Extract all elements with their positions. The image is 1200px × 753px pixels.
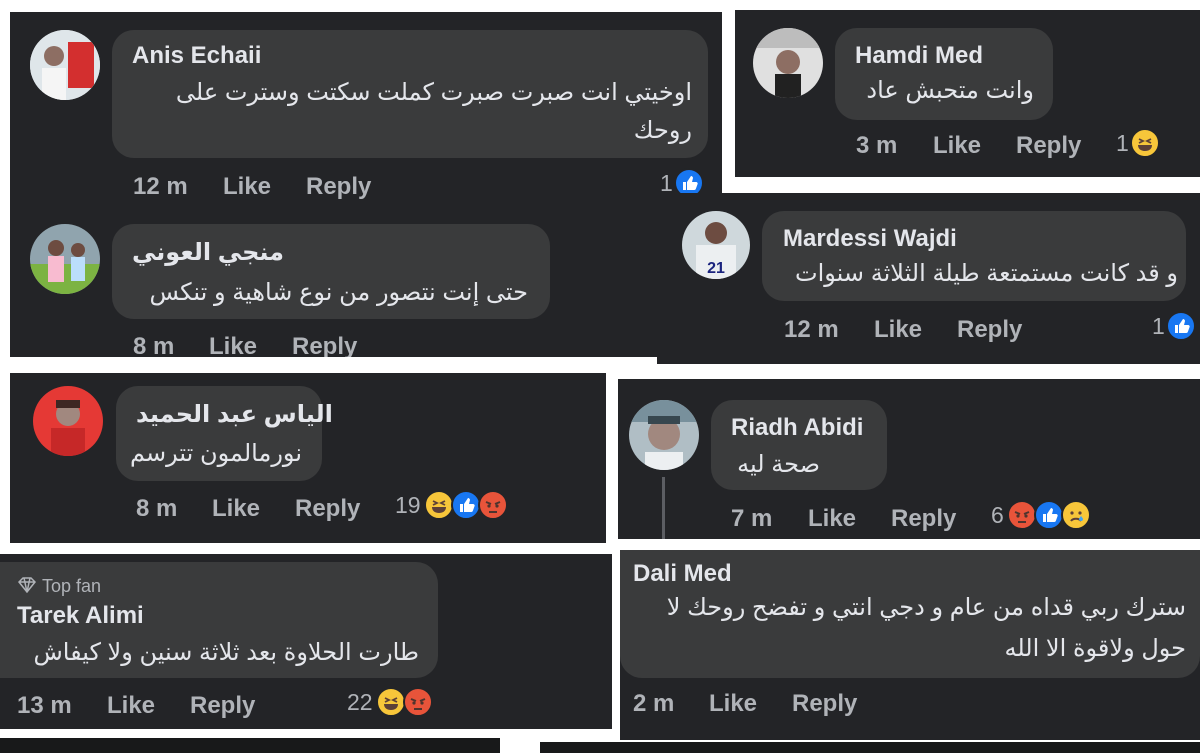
comment-time[interactable]: 2 m bbox=[633, 690, 674, 718]
like-button[interactable]: Like bbox=[933, 132, 981, 160]
comment-panel-2: Hamdi Med وانت متحبش عاد 3 m Like Reply … bbox=[735, 10, 1200, 177]
like-button[interactable]: Like bbox=[874, 316, 922, 344]
comment-panel-4: الياس عبد الحميد نورمالمون تترسم 8 m Lik… bbox=[10, 373, 606, 543]
comment-text: سترك ربي قداه من عام و دجي انتي و تفضح ر… bbox=[666, 594, 1186, 621]
reaction-summary[interactable]: 1 bbox=[1116, 128, 1160, 158]
avatar-image bbox=[753, 28, 823, 98]
reply-button[interactable]: Reply bbox=[292, 333, 357, 357]
angry-icon bbox=[477, 490, 508, 520]
comment-time[interactable]: 13 m bbox=[17, 692, 72, 720]
comment-author[interactable]: Hamdi Med bbox=[855, 42, 983, 70]
haha-icon bbox=[375, 687, 406, 717]
comment-text: و قد كانت مستمتعة طيلة الثلاثة سنوات bbox=[795, 260, 1178, 287]
comment-author[interactable]: منجي العوني bbox=[132, 238, 284, 267]
like-button[interactable]: Like bbox=[223, 173, 271, 201]
angry-icon bbox=[1006, 500, 1037, 530]
avatar[interactable] bbox=[753, 28, 823, 98]
reaction-summary[interactable]: 19 bbox=[395, 490, 508, 520]
reaction-count: 6 bbox=[991, 501, 1004, 528]
reply-button[interactable]: Reply bbox=[295, 495, 360, 523]
like-button[interactable]: Like bbox=[709, 690, 757, 718]
comment-time[interactable]: 8 m bbox=[136, 495, 177, 523]
like-button[interactable]: Like bbox=[209, 333, 257, 357]
like-button[interactable]: Like bbox=[107, 692, 155, 720]
svg-text:21: 21 bbox=[707, 260, 725, 277]
comment-time[interactable]: 12 m bbox=[784, 316, 839, 344]
comment-time[interactable]: 12 m bbox=[133, 173, 188, 201]
avatar-image bbox=[629, 400, 699, 470]
reply-button[interactable]: Reply bbox=[306, 173, 371, 201]
comment-text: حتى إنت نتصور من نوع شاهية و تنكس bbox=[149, 279, 528, 306]
comment-text: نورمالمون تترسم bbox=[130, 440, 302, 467]
comment-text: وانت متحبش عاد bbox=[866, 77, 1034, 104]
bottom-strip bbox=[540, 742, 1200, 753]
avatar[interactable] bbox=[30, 30, 100, 100]
comment-panel-7: Dali Med سترك ربي قداه من عام و دجي انتي… bbox=[620, 550, 1200, 740]
reply-button[interactable]: Reply bbox=[190, 692, 255, 720]
comment-panel-5: Riadh Abidi صحة ليه 7 m Like Reply 6 bbox=[618, 379, 1200, 539]
comment-time[interactable]: 3 m bbox=[856, 132, 897, 160]
comment-text: صحة ليه bbox=[737, 451, 820, 478]
reaction-summary[interactable]: 1 bbox=[1152, 311, 1196, 341]
reaction-count: 19 bbox=[395, 491, 421, 518]
angry-icon bbox=[402, 687, 433, 717]
comment-panel-3: 21 Mardessi Wajdi و قد كانت مستمتعة طيلة… bbox=[657, 193, 1200, 364]
comment-text: اوخيتي انت صبرت صبرت كملت سكتت وسترت على bbox=[175, 79, 692, 106]
reply-button[interactable]: Reply bbox=[1016, 132, 1081, 160]
haha-icon bbox=[423, 490, 454, 520]
top-fan-badge: Top fan bbox=[17, 576, 102, 598]
reaction-count: 1 bbox=[1116, 129, 1129, 156]
reply-button[interactable]: Reply bbox=[957, 316, 1022, 344]
comment-author[interactable]: Riadh Abidi bbox=[731, 414, 863, 442]
reaction-count: 22 bbox=[347, 688, 373, 715]
haha-icon bbox=[1129, 128, 1160, 158]
comment-panel-1: Anis Echaii اوخيتي انت صبرت صبرت كملت سك… bbox=[10, 12, 722, 357]
like-icon bbox=[1165, 311, 1196, 341]
comment-author[interactable]: Dali Med bbox=[633, 560, 732, 588]
top-fan-label: Top fan bbox=[42, 576, 102, 596]
avatar[interactable] bbox=[33, 386, 103, 456]
reaction-summary[interactable]: 6 bbox=[991, 500, 1091, 530]
thread-line bbox=[662, 477, 665, 539]
comment-text: روحك bbox=[633, 117, 692, 144]
like-button[interactable]: Like bbox=[808, 505, 856, 533]
comment-author[interactable]: Anis Echaii bbox=[132, 42, 261, 70]
like-button[interactable]: Like bbox=[212, 495, 260, 523]
reply-button[interactable]: Reply bbox=[891, 505, 956, 533]
avatar-image: 21 bbox=[682, 211, 750, 279]
avatar-image bbox=[30, 224, 100, 294]
bottom-strip bbox=[0, 738, 500, 753]
like-icon bbox=[1033, 500, 1064, 530]
sad-icon bbox=[1060, 500, 1091, 530]
avatar[interactable]: 21 bbox=[682, 211, 750, 279]
comment-time[interactable]: 8 m bbox=[133, 333, 174, 357]
reply-button[interactable]: Reply bbox=[792, 690, 857, 718]
like-icon bbox=[450, 490, 481, 520]
comment-author[interactable]: الياس عبد الحميد bbox=[136, 400, 333, 429]
comment-panel-6: Top fan Tarek Alimi طارت الحلاوة بعد ثلا… bbox=[0, 554, 612, 729]
avatar-image bbox=[33, 386, 103, 456]
reaction-summary[interactable]: 22 bbox=[347, 687, 433, 717]
diamond-icon bbox=[17, 577, 37, 598]
comment-author[interactable]: Mardessi Wajdi bbox=[783, 225, 957, 253]
avatar[interactable] bbox=[629, 400, 699, 470]
avatar-image bbox=[30, 30, 100, 100]
comment-text: حول ولاقوة الا الله bbox=[1004, 635, 1186, 662]
comment-text: طارت الحلاوة بعد ثلاثة سنين ولا كيفاش bbox=[33, 639, 419, 666]
avatar[interactable] bbox=[30, 224, 100, 294]
comment-author[interactable]: Tarek Alimi bbox=[17, 602, 144, 630]
comment-time[interactable]: 7 m bbox=[731, 505, 772, 533]
reaction-count: 1 bbox=[1152, 312, 1165, 339]
